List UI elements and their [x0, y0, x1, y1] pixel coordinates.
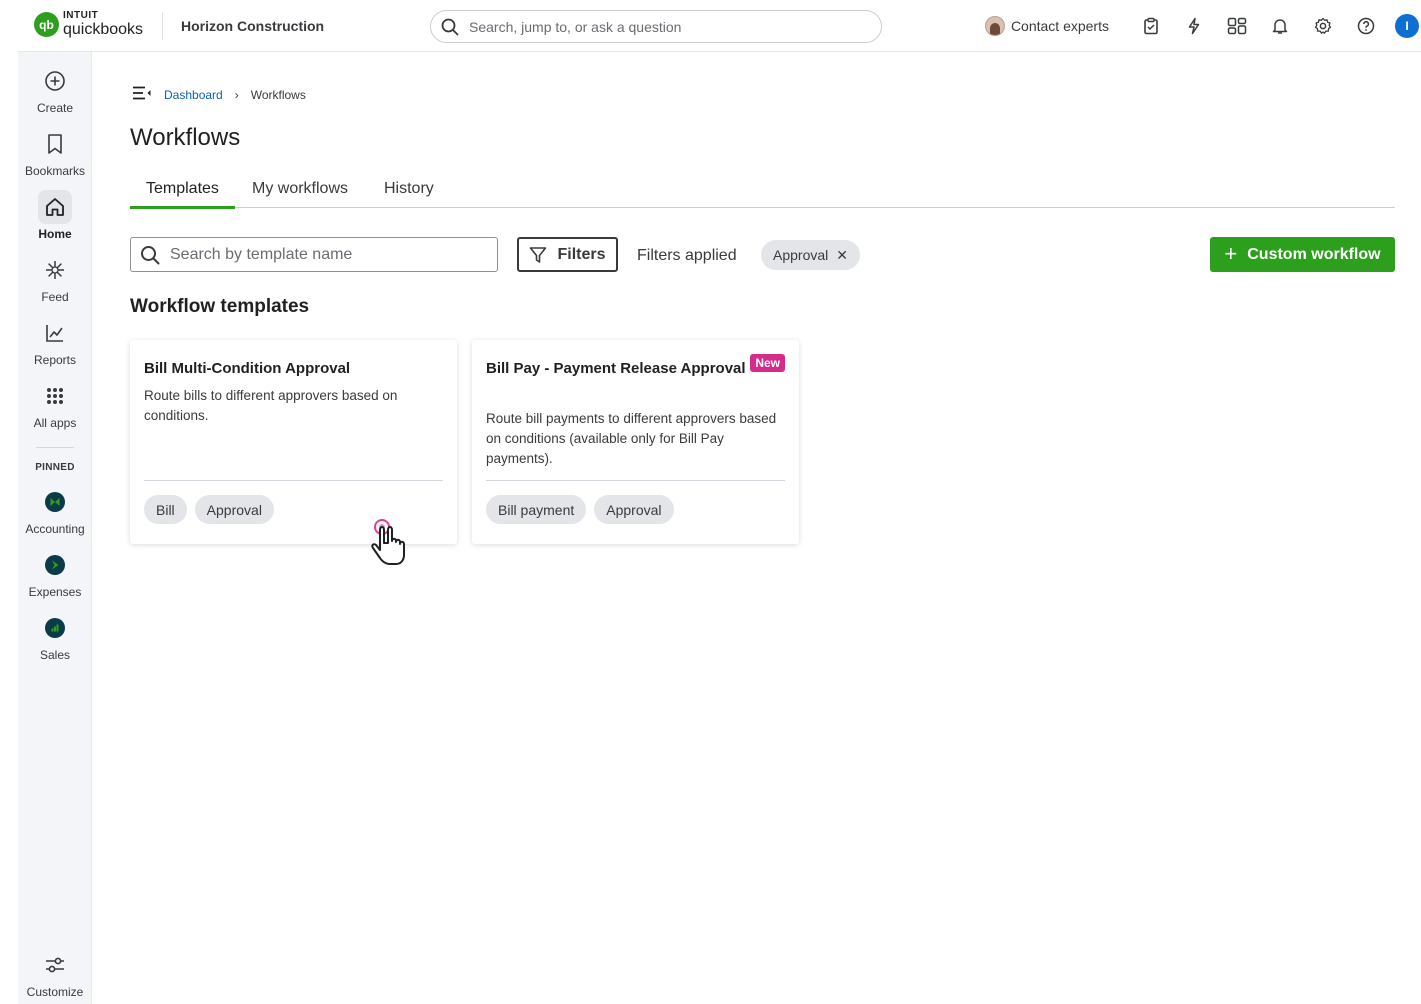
grid-icon	[38, 379, 72, 413]
contact-experts-label: Contact experts	[1010, 18, 1109, 34]
filters-applied-label: Filters applied	[637, 247, 737, 264]
rail-item-bookmarks[interactable]: Bookmarks	[18, 127, 92, 178]
template-search-field	[130, 237, 498, 272]
tab-templates[interactable]: Templates	[130, 180, 235, 209]
custom-workflow-label: Custom workflow	[1247, 245, 1381, 263]
apps-switcher-icon[interactable]	[1215, 11, 1258, 41]
card-title: Bill Multi-Condition Approval	[144, 360, 351, 377]
rail-label-bookmarks: Bookmarks	[24, 164, 86, 178]
funnel-icon	[530, 246, 547, 263]
customize-label: Customize	[26, 985, 84, 999]
company-name[interactable]: Horizon Construction	[181, 18, 324, 34]
rail-label-feed: Feed	[41, 290, 69, 304]
rail-label-home: Home	[38, 227, 72, 241]
card-tags: Bill payment Approval	[486, 495, 674, 524]
contact-experts-button[interactable]: Contact experts	[984, 16, 1109, 36]
applied-filter-label: Approval	[773, 247, 829, 263]
global-search-placeholder: Search, jump to, or ask a question	[469, 18, 682, 35]
page-title: Workflows	[130, 124, 241, 151]
card-description: Route bill payments to different approve…	[486, 411, 777, 466]
help-icon[interactable]	[1344, 11, 1387, 41]
expert-avatar	[984, 16, 1005, 36]
filters-label: Filters	[557, 245, 606, 263]
clipboard-icon[interactable]	[1129, 11, 1172, 41]
lightning-icon[interactable]	[1172, 11, 1215, 41]
card-tags: Bill Approval	[144, 495, 274, 524]
tab-bar: Templates My workflows History	[130, 176, 1395, 209]
main-content: Dashboard › Workflows Workflows Template…	[92, 52, 1421, 1004]
rail-label-expenses: Expenses	[28, 585, 82, 599]
bell-icon[interactable]	[1258, 11, 1301, 41]
rail-item-home[interactable]: Home	[18, 190, 92, 241]
plus-icon: +	[1224, 240, 1238, 266]
rail-label-sales: Sales	[39, 648, 71, 662]
accounting-app-icon	[38, 485, 72, 519]
gear-icon[interactable]	[1301, 11, 1344, 41]
hand-cursor-icon	[370, 512, 410, 573]
sliders-icon	[38, 948, 72, 982]
rail-label-create: Create	[36, 101, 74, 115]
rail-label-all-apps: All apps	[33, 416, 77, 430]
template-card-bill-pay-release[interactable]: Bill Pay - Payment Release Approval New …	[472, 340, 799, 544]
rail-item-create[interactable]: Create	[18, 64, 92, 115]
breadcrumb: Dashboard › Workflows	[132, 85, 306, 104]
chevron-right-icon: ›	[234, 87, 239, 102]
card-tag: Bill	[144, 495, 187, 524]
card-divider	[486, 480, 785, 481]
custom-workflow-button[interactable]: + Custom workflow	[1210, 237, 1395, 272]
card-tag: Bill payment	[486, 495, 587, 524]
search-icon	[141, 245, 160, 264]
user-avatar[interactable]: I	[1395, 14, 1419, 38]
tab-my-workflows[interactable]: My workflows	[252, 180, 348, 208]
logo-product-text: quickbooks	[63, 21, 144, 38]
card-tag: Approval	[194, 495, 274, 524]
rail-item-accounting[interactable]: Accounting	[18, 485, 92, 536]
customize-button[interactable]: Customize	[18, 948, 92, 999]
template-search-input[interactable]	[170, 245, 480, 264]
section-title: Workflow templates	[130, 296, 310, 317]
sales-app-icon	[38, 611, 72, 645]
card-title: Bill Pay - Payment Release Approval	[486, 360, 746, 377]
expenses-app-icon	[38, 548, 72, 582]
close-icon[interactable]: ✕	[836, 247, 848, 264]
plus-circle-icon	[38, 64, 72, 98]
pinned-heading: PINNED	[35, 462, 75, 473]
logo-intuit-text: INTUIT	[63, 10, 99, 21]
quickbooks-logo[interactable]: qb INTUIT quickbooks	[34, 11, 143, 38]
rail-item-feed[interactable]: Feed	[18, 253, 92, 304]
applied-filter-chip: Approval ✕	[761, 240, 860, 270]
card-tag: Approval	[594, 495, 674, 524]
search-icon	[441, 18, 459, 35]
collapse-menu-icon[interactable]	[132, 85, 152, 104]
rail-item-expenses[interactable]: Expenses	[18, 548, 92, 599]
chart-line-icon	[38, 316, 72, 350]
new-badge: New	[750, 354, 785, 372]
topbar-divider	[162, 12, 163, 40]
rail-item-reports[interactable]: Reports	[18, 316, 92, 367]
global-search-input[interactable]: Search, jump to, or ask a question	[430, 10, 882, 43]
rail-divider	[36, 447, 74, 448]
top-bar: qb INTUIT quickbooks Horizon Constructio…	[18, 0, 1421, 52]
filters-button[interactable]: Filters	[517, 237, 618, 272]
card-description: Route bills to different approvers based…	[144, 388, 398, 423]
tab-history[interactable]: History	[384, 180, 434, 208]
bookmark-icon	[38, 127, 72, 161]
qb-logo-icon: qb	[34, 12, 59, 37]
window-frame	[0, 0, 18, 1004]
left-nav-rail: Create Bookmarks Home Feed Reports All a…	[18, 52, 92, 1004]
rail-label-accounting: Accounting	[25, 522, 85, 536]
rail-item-all-apps[interactable]: All apps	[18, 379, 92, 430]
sparkle-icon	[38, 253, 72, 287]
rail-item-sales[interactable]: Sales	[18, 611, 92, 662]
rail-label-reports: Reports	[33, 353, 77, 367]
card-divider	[144, 480, 443, 481]
breadcrumb-dashboard-link[interactable]: Dashboard	[164, 88, 223, 102]
home-icon	[38, 190, 72, 224]
breadcrumb-current: Workflows	[250, 87, 306, 102]
